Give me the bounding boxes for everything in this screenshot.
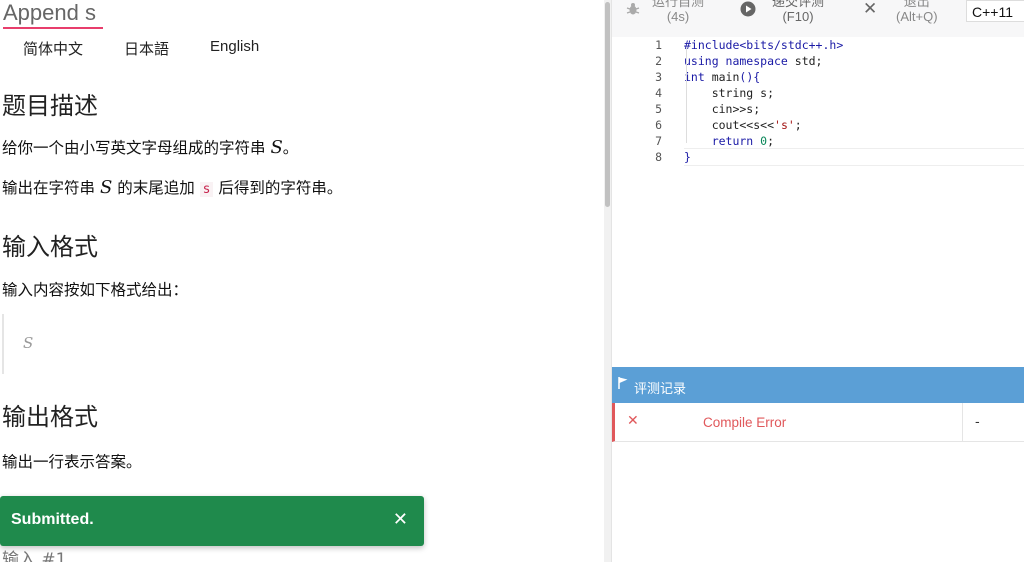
active-line-highlight (684, 148, 1024, 166)
submit-label: 递交评测 (772, 0, 825, 9)
code-line: #include<bits/stdc++.h> (684, 38, 844, 52)
line-number: 1 (655, 38, 662, 52)
lang-tab-ja[interactable]: 日本語 (124, 38, 169, 59)
record-separator (962, 403, 963, 441)
line-number: 2 (655, 54, 662, 68)
ide-panel: 运行自测 (4s) 递交评测 (F10) ✕ 退出 (Alt+Q) C++11 … (612, 0, 1024, 562)
lang-tab-en[interactable]: English (210, 38, 259, 55)
var-s: S (99, 177, 113, 198)
problem-panel: Append s 简体中文 日本語 English 题目描述 给你一个由小写英文… (0, 0, 604, 562)
desc2-suffix: 后得到的字符串。 (213, 179, 343, 197)
title-underline (3, 27, 103, 29)
close-icon[interactable]: ✕ (393, 509, 408, 530)
var-s: S (270, 137, 283, 158)
desc1-suffix: 。 (282, 139, 299, 157)
close-icon[interactable]: ✕ (863, 0, 877, 19)
code-line: int main(){ (684, 70, 761, 84)
desc2-middle: 的末尾追加 (112, 179, 200, 197)
input-format-block: S (2, 314, 184, 374)
record-score: - (975, 415, 980, 430)
line-number: 8 (655, 150, 662, 164)
flag-icon (618, 377, 628, 392)
line-number: 6 (655, 118, 662, 132)
toast-message: Submitted. (11, 511, 94, 528)
record-status[interactable]: Compile Error (703, 415, 786, 430)
problem-scrollbar[interactable] (604, 0, 611, 562)
inline-code-s: s (199, 182, 214, 197)
run-label: 运行自测 (652, 0, 705, 9)
code-line: cout<<s<<'s'; (684, 118, 802, 132)
input-format-text: 输入内容按如下格式给出： (2, 281, 189, 299)
description-line-1: 给你一个由小写英文字母组成的字符串 S。 (2, 136, 298, 158)
indent-guide (686, 47, 687, 143)
description-heading: 题目描述 (2, 92, 98, 120)
run-sub: (4s) (666, 9, 690, 24)
description-line-2: 输出在字符串 S 的末尾追加 s 后得到的字符串。 (2, 176, 342, 198)
exit-button[interactable]: 退出 (Alt+Q) (896, 0, 938, 24)
error-x-icon: ✕ (627, 413, 639, 429)
line-number: 5 (655, 102, 662, 116)
judge-records-header: 评测记录 (612, 367, 1024, 403)
code-editor[interactable]: 1 #include<bits/stdc++.h> 2 using namespac… (612, 37, 1024, 367)
desc1-text: 给你一个由小写英文字母组成的字符串 (2, 139, 271, 157)
submitted-toast: Submitted. ✕ (0, 496, 424, 546)
scrollbar-thumb[interactable] (605, 2, 610, 207)
language-select[interactable]: C++11 (966, 0, 1024, 22)
bug-icon (626, 1, 640, 20)
line-number: 7 (655, 134, 662, 148)
play-icon[interactable] (740, 1, 756, 21)
input-format-var: S (23, 334, 34, 352)
exit-sub: (Alt+Q) (896, 9, 938, 24)
exit-label: 退出 (903, 0, 930, 9)
submit-sub: (F10) (782, 9, 814, 24)
code-line: cin>>s; (684, 102, 761, 116)
run-test-button[interactable]: 运行自测 (4s) (652, 0, 704, 24)
line-number: 3 (655, 70, 662, 84)
record-row[interactable]: ✕ Compile Error - (612, 403, 1024, 442)
desc2-text: 输出在字符串 (2, 179, 100, 197)
code-line: string s; (684, 86, 775, 100)
ide-toolbar: 运行自测 (4s) 递交评测 (F10) ✕ 退出 (Alt+Q) C++11 (612, 0, 1024, 38)
sample-input-label: 输入 #1 (2, 550, 67, 562)
line-number: 4 (655, 86, 662, 100)
lang-tab-zh[interactable]: 简体中文 (23, 38, 83, 59)
code-line: using namespace std; (684, 54, 823, 68)
input-format-heading: 输入格式 (2, 233, 98, 261)
code-line: return 0; (684, 134, 775, 148)
output-format-heading: 输出格式 (2, 403, 98, 431)
output-format-text: 输出一行表示答案。 (2, 453, 142, 471)
problem-title: Append s (3, 0, 96, 25)
records-header-label: 评测记录 (634, 381, 687, 396)
submit-button[interactable]: 递交评测 (F10) (772, 0, 824, 24)
